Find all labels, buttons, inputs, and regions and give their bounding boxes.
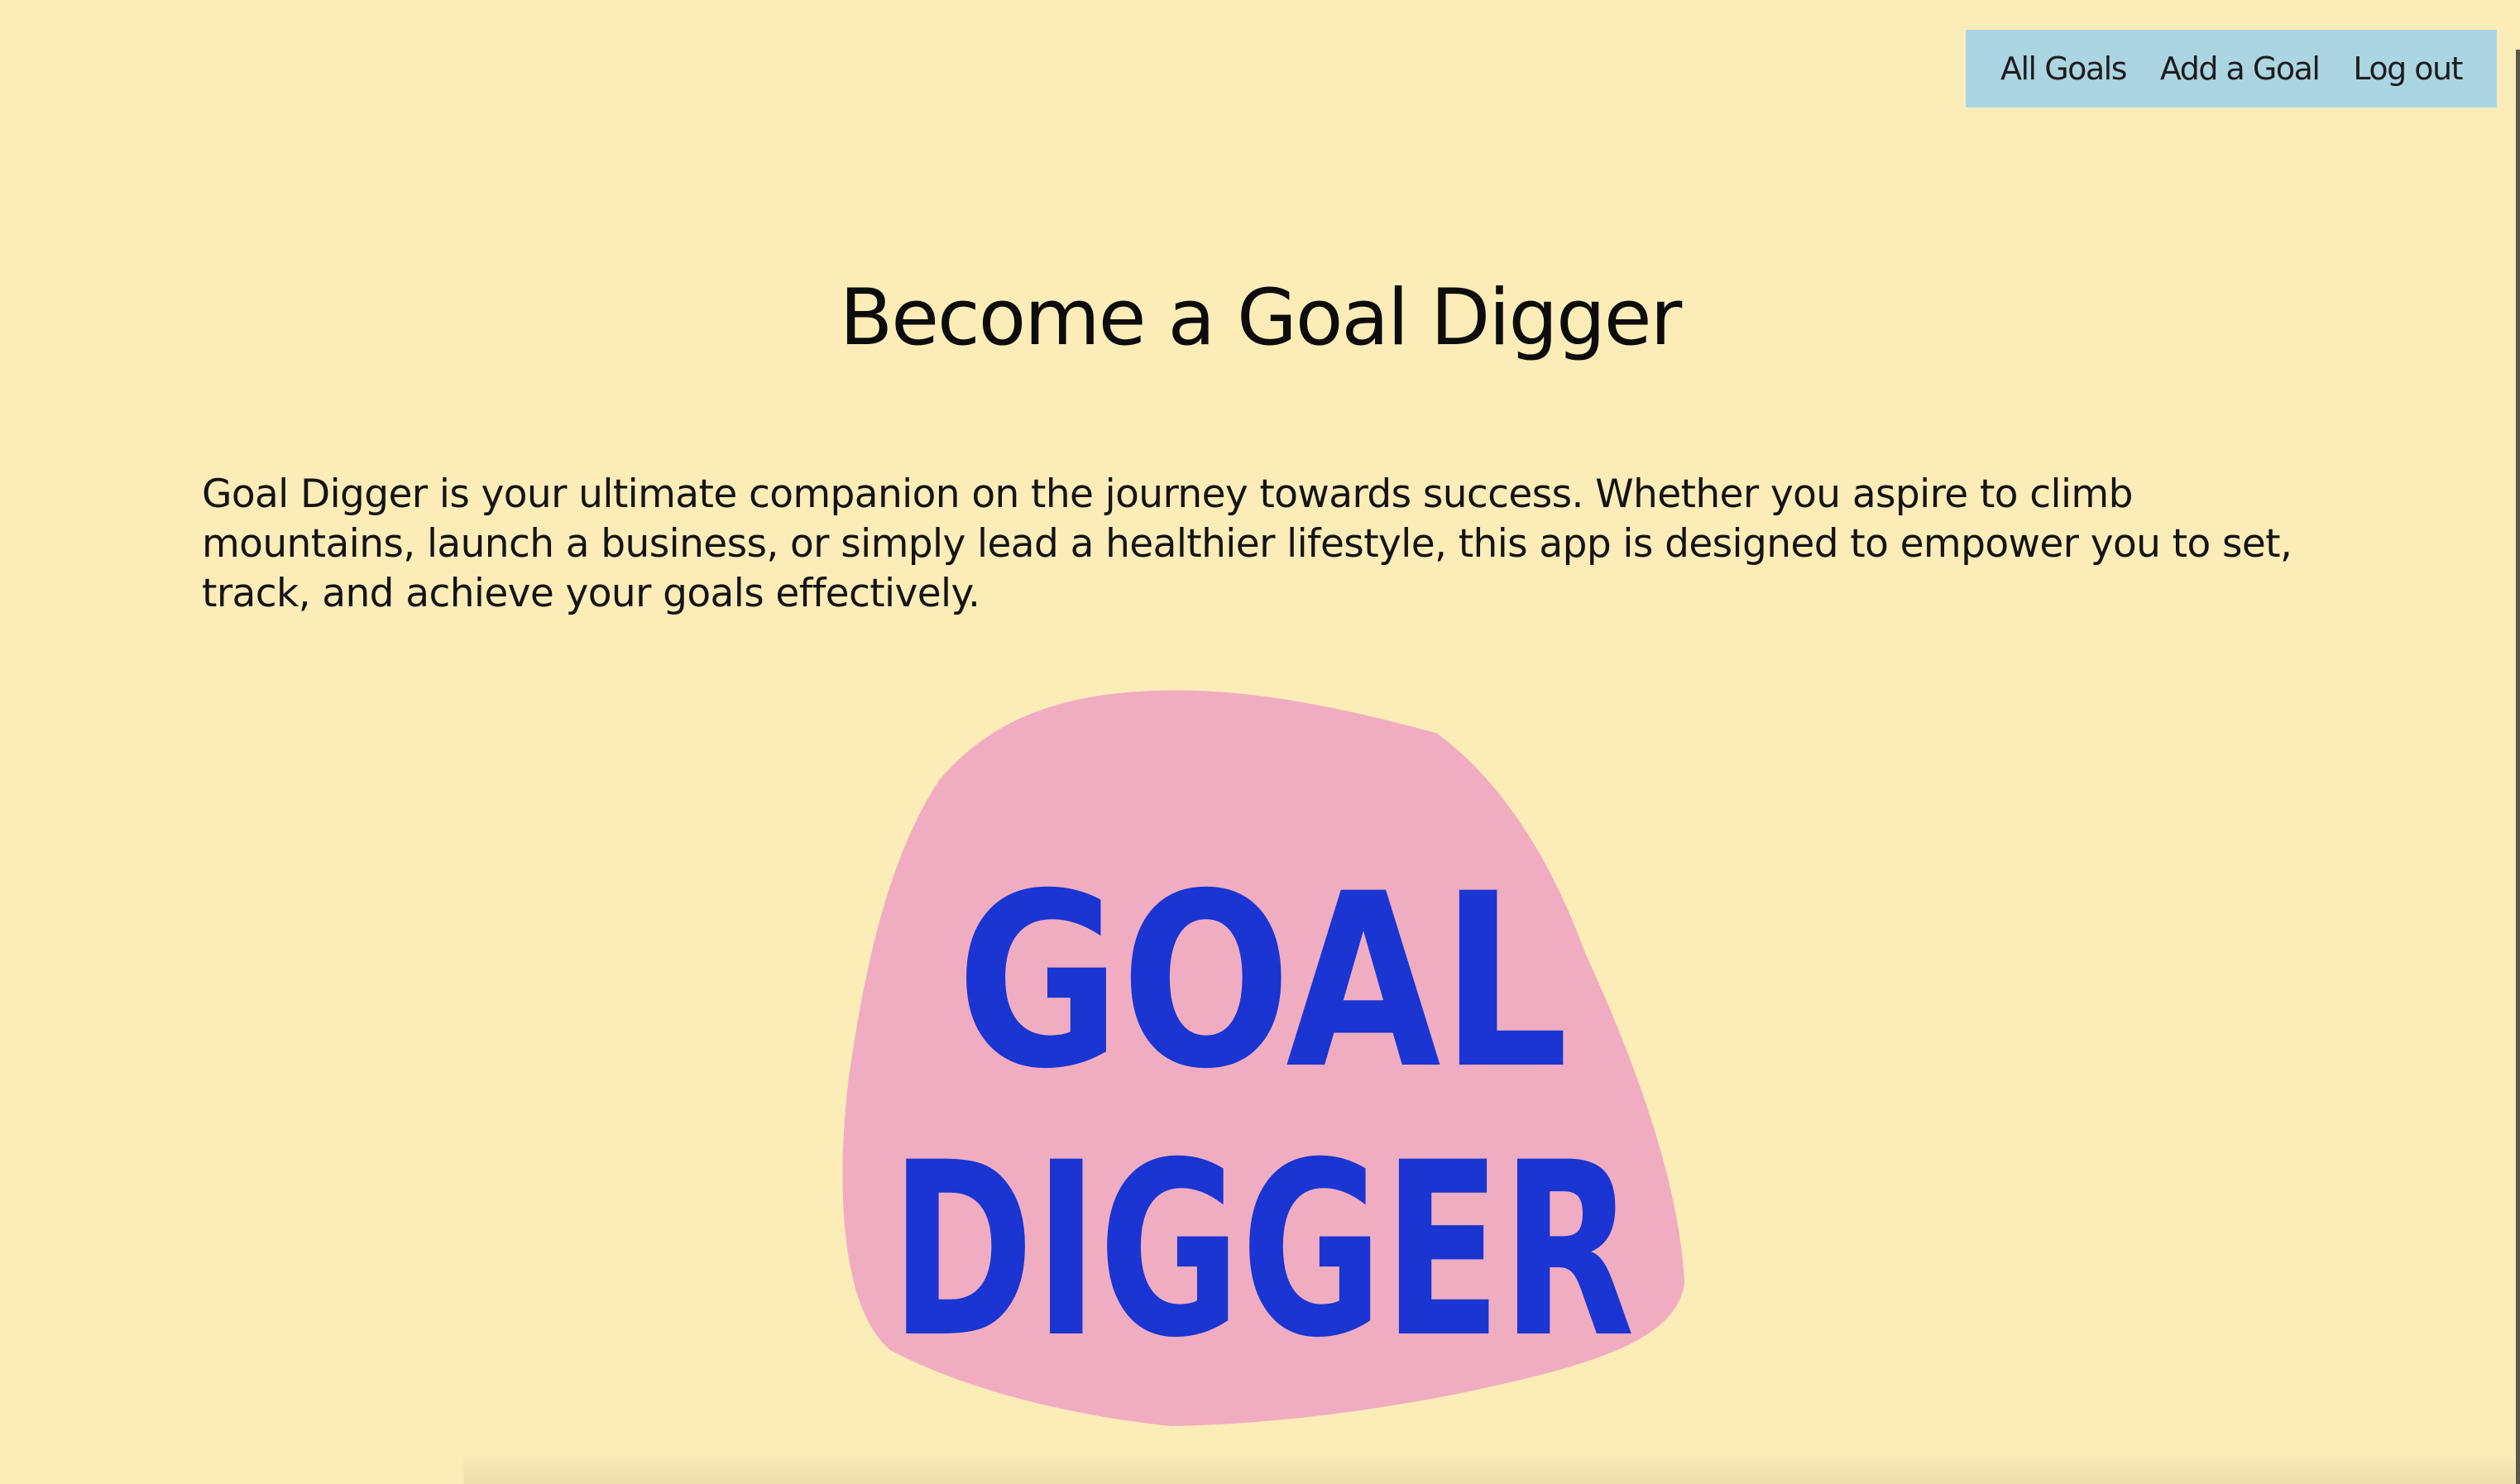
bottom-shadow [463, 1454, 2515, 1484]
logo-text-goal: GOAL [956, 843, 1569, 1122]
goal-digger-logo: GOAL DIGGER [842, 690, 1684, 1426]
nav-link-all-goals[interactable]: All Goals [2000, 50, 2128, 87]
nav-link-log-out[interactable]: Log out [2353, 50, 2463, 87]
logo-text-digger: DIGGER [890, 1112, 1635, 1391]
intro-paragraph: Goal Digger is your ultimate companion o… [202, 472, 2292, 616]
top-nav: All Goals Add a Goal Log out [1966, 30, 2497, 108]
page-title: Become a Goal Digger [839, 273, 1683, 363]
nav-link-add-goal[interactable]: Add a Goal [2160, 50, 2321, 87]
window-right-edge [2516, 50, 2520, 1484]
